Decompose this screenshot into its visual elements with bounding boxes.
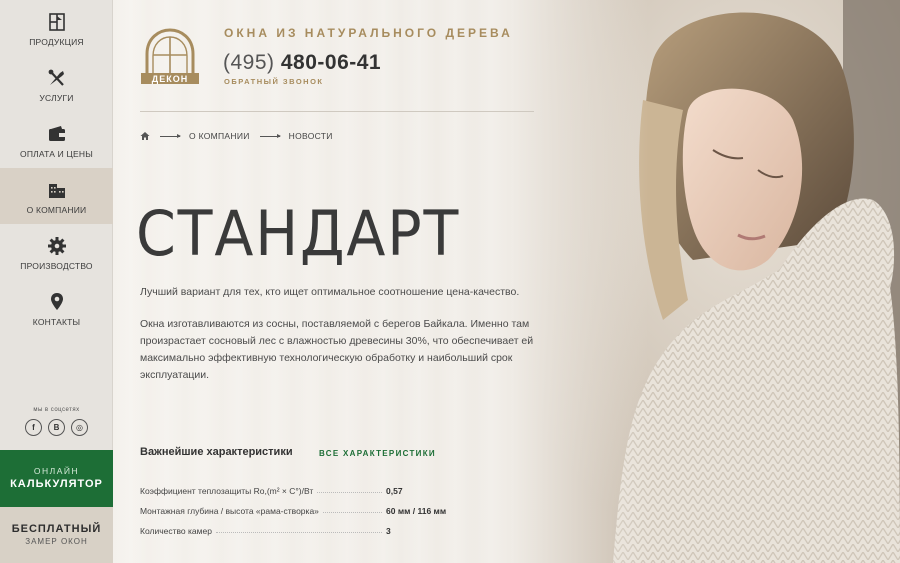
spec-leader <box>322 512 382 513</box>
nav-item-products[interactable]: ПРОДУКЦИЯ <box>0 0 113 56</box>
all-specs-link[interactable]: ВСЕ ХАРАКТЕРИСТИКИ <box>319 449 436 458</box>
phone-digits: 480-06-41 <box>280 51 382 74</box>
nav-item-label: ПРОИЗВОДСТВО <box>20 261 93 271</box>
spec-leader <box>215 532 382 533</box>
page-title: СТАНДАРТ <box>136 197 461 270</box>
breadcrumb-arrow-icon <box>259 133 281 138</box>
window-icon <box>48 13 65 31</box>
nav-item-label: УСЛУГИ <box>39 93 74 103</box>
breadcrumb: О КОМПАНИИ НОВОСТИ <box>140 131 333 141</box>
social-links: f B ◎ <box>0 419 113 436</box>
calculator-button-caption: онлайн <box>33 466 80 476</box>
spec-leader <box>317 492 382 493</box>
free-measure-button-caption: замер окон <box>25 537 88 546</box>
main-content: ДЕКОН ОКНА ИЗ НАТУРАЛЬНОГО ДЕРЕВА (495) … <box>113 0 900 563</box>
nav-item-contacts[interactable]: КОНТАКТЫ <box>0 280 113 336</box>
description-text: Окна изготавливаются из сосны, поставляе… <box>140 318 534 381</box>
nav-item-label: ОПЛАТА И ЦЕНЫ <box>20 149 93 159</box>
breadcrumb-item-news[interactable]: НОВОСТИ <box>289 131 333 141</box>
location-pin-icon <box>50 293 63 310</box>
spec-value: 60 мм / 116 мм <box>386 506 447 516</box>
building-icon <box>48 184 65 198</box>
spec-value: 0,57 <box>386 486 403 496</box>
phone-number[interactable]: (495) 480-06-41 <box>223 51 381 75</box>
specs-table: Коэффициент теплозащиты Ro,(m² × C°)/Вт … <box>140 476 480 536</box>
spec-value: 3 <box>386 526 391 536</box>
social-title: мы в соцсетях <box>33 407 80 413</box>
free-measure-button-label: БЕСПЛАТНЫЙ <box>11 523 102 535</box>
breadcrumb-arrow-icon <box>160 133 181 138</box>
nav-item-label: ПРОДУКЦИЯ <box>29 37 84 47</box>
sidebar: ПРОДУКЦИЯ УСЛУГИ ОПЛАТА И ЦЕНЫ О КОМПАНИ… <box>0 0 113 563</box>
spec-name: Количество камер <box>140 526 212 536</box>
nav-item-label: О КОМПАНИИ <box>26 205 87 215</box>
spec-row: Коэффициент теплозащиты Ro,(m² × C°)/Вт … <box>140 476 480 496</box>
nav-item-label: КОНТАКТЫ <box>32 317 81 327</box>
instagram-icon[interactable]: ◎ <box>71 419 88 436</box>
breadcrumb-item-about[interactable]: О КОМПАНИИ <box>189 131 250 141</box>
company-logo[interactable]: ДЕКОН <box>139 28 201 86</box>
specs-title: Важнейшие характеристики <box>140 446 293 458</box>
vk-icon[interactable]: B <box>48 419 65 436</box>
nav-item-services[interactable]: УСЛУГИ <box>0 56 113 112</box>
spec-row: Количество камер 3 <box>140 516 480 536</box>
nav-item-payment[interactable]: ОПЛАТА И ЦЕНЫ <box>0 112 113 168</box>
free-measure-button[interactable]: БЕСПЛАТНЫЙ замер окон <box>0 507 113 563</box>
spec-name: Монтажная глубина / высота «рама-створка… <box>140 506 319 516</box>
header-divider <box>140 111 534 112</box>
spec-name: Коэффициент теплозащиты Ro,(m² × C°)/Вт <box>140 486 314 496</box>
calculator-button-label: КАЛЬКУЛЯТОР <box>10 478 103 490</box>
wallet-icon <box>48 126 65 141</box>
tools-icon <box>48 69 64 86</box>
phone-code: (495) <box>223 51 275 74</box>
intro-text: Лучший вариант для тех, кто ищет оптимал… <box>140 286 520 298</box>
callback-link[interactable]: ОБРАТНЫЙ ЗВОНОК <box>224 77 324 86</box>
logo-text: ДЕКОН <box>152 74 188 84</box>
header-tagline: ОКНА ИЗ НАТУРАЛЬНОГО ДЕРЕВА <box>224 26 513 40</box>
nav-item-about[interactable]: О КОМПАНИИ <box>0 168 113 224</box>
facebook-icon[interactable]: f <box>25 419 42 436</box>
calculator-button[interactable]: онлайн КАЛЬКУЛЯТОР <box>0 450 113 507</box>
hero-photo <box>513 0 900 563</box>
spec-row: Монтажная глубина / высота «рама-створка… <box>140 496 480 516</box>
gear-icon <box>47 237 66 255</box>
home-icon[interactable] <box>140 131 150 141</box>
nav-item-production[interactable]: ПРОИЗВОДСТВО <box>0 224 113 280</box>
